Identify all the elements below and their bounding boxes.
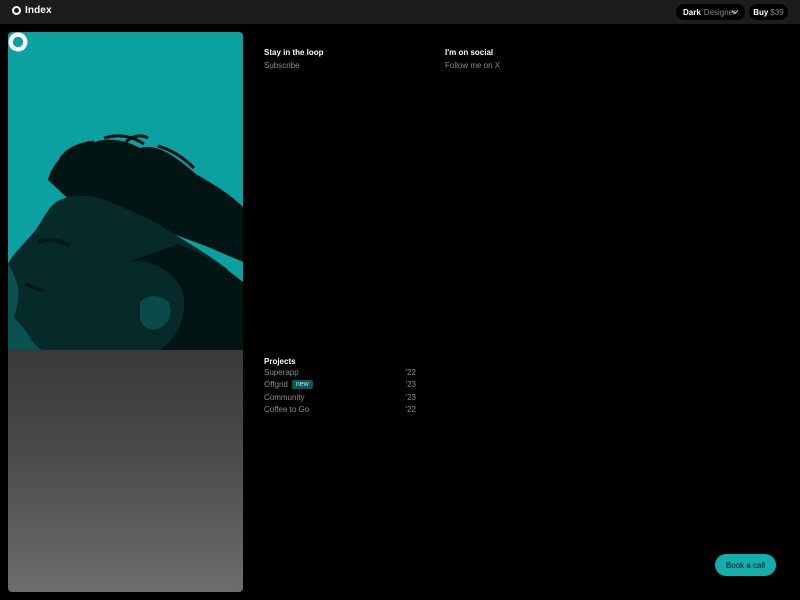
book-call-button[interactable]: Book a call bbox=[715, 554, 776, 576]
portrait-photo bbox=[8, 32, 243, 350]
buy-button[interactable]: Buy $39 bbox=[749, 4, 788, 20]
buy-label: Buy bbox=[753, 7, 769, 17]
social-title: I'm on social bbox=[445, 48, 494, 57]
project-year: '23 bbox=[405, 392, 416, 402]
project-row[interactable]: Community '23 bbox=[264, 391, 416, 404]
project-row[interactable]: Offgrid new '23 bbox=[264, 379, 416, 392]
theme-dropdown[interactable]: Dark Designer bbox=[676, 4, 745, 20]
follow-link[interactable]: Follow me on X bbox=[445, 61, 500, 70]
newsletter-section: Stay in the loop Subscribe bbox=[264, 48, 324, 70]
projects-title: Projects bbox=[264, 357, 296, 366]
project-name: Offgrid bbox=[264, 380, 288, 390]
project-year: '23 bbox=[405, 380, 416, 390]
projects-section: Projects Superapp '22 Offgrid new '23 Co… bbox=[264, 357, 416, 416]
new-badge: new bbox=[291, 380, 313, 390]
profile-card bbox=[8, 32, 243, 592]
ring-logo-icon bbox=[12, 6, 21, 15]
project-row[interactable]: Superapp '22 bbox=[264, 366, 416, 379]
buy-price: $39 bbox=[770, 7, 784, 17]
brand-link[interactable]: Index bbox=[12, 5, 52, 16]
project-name: Community bbox=[264, 392, 305, 402]
project-name: Superapp bbox=[264, 367, 299, 377]
project-name: Coffee to Go bbox=[264, 405, 310, 415]
chevron-down-icon bbox=[731, 10, 739, 15]
newsletter-title: Stay in the loop bbox=[264, 48, 324, 57]
subscribe-link[interactable]: Subscribe bbox=[264, 61, 324, 70]
social-section: I'm on social Follow me on X bbox=[445, 48, 500, 70]
theme-mode: Dark bbox=[683, 7, 701, 17]
portrait-silhouette bbox=[8, 134, 243, 350]
brand-name: Index bbox=[25, 5, 52, 16]
project-year: '22 bbox=[405, 405, 416, 415]
project-row[interactable]: Coffee to Go '22 bbox=[264, 404, 416, 417]
flower-logo-icon bbox=[8, 32, 28, 52]
top-bar: Index Dark Designer Buy $39 bbox=[0, 0, 800, 24]
project-year: '22 bbox=[405, 367, 416, 377]
